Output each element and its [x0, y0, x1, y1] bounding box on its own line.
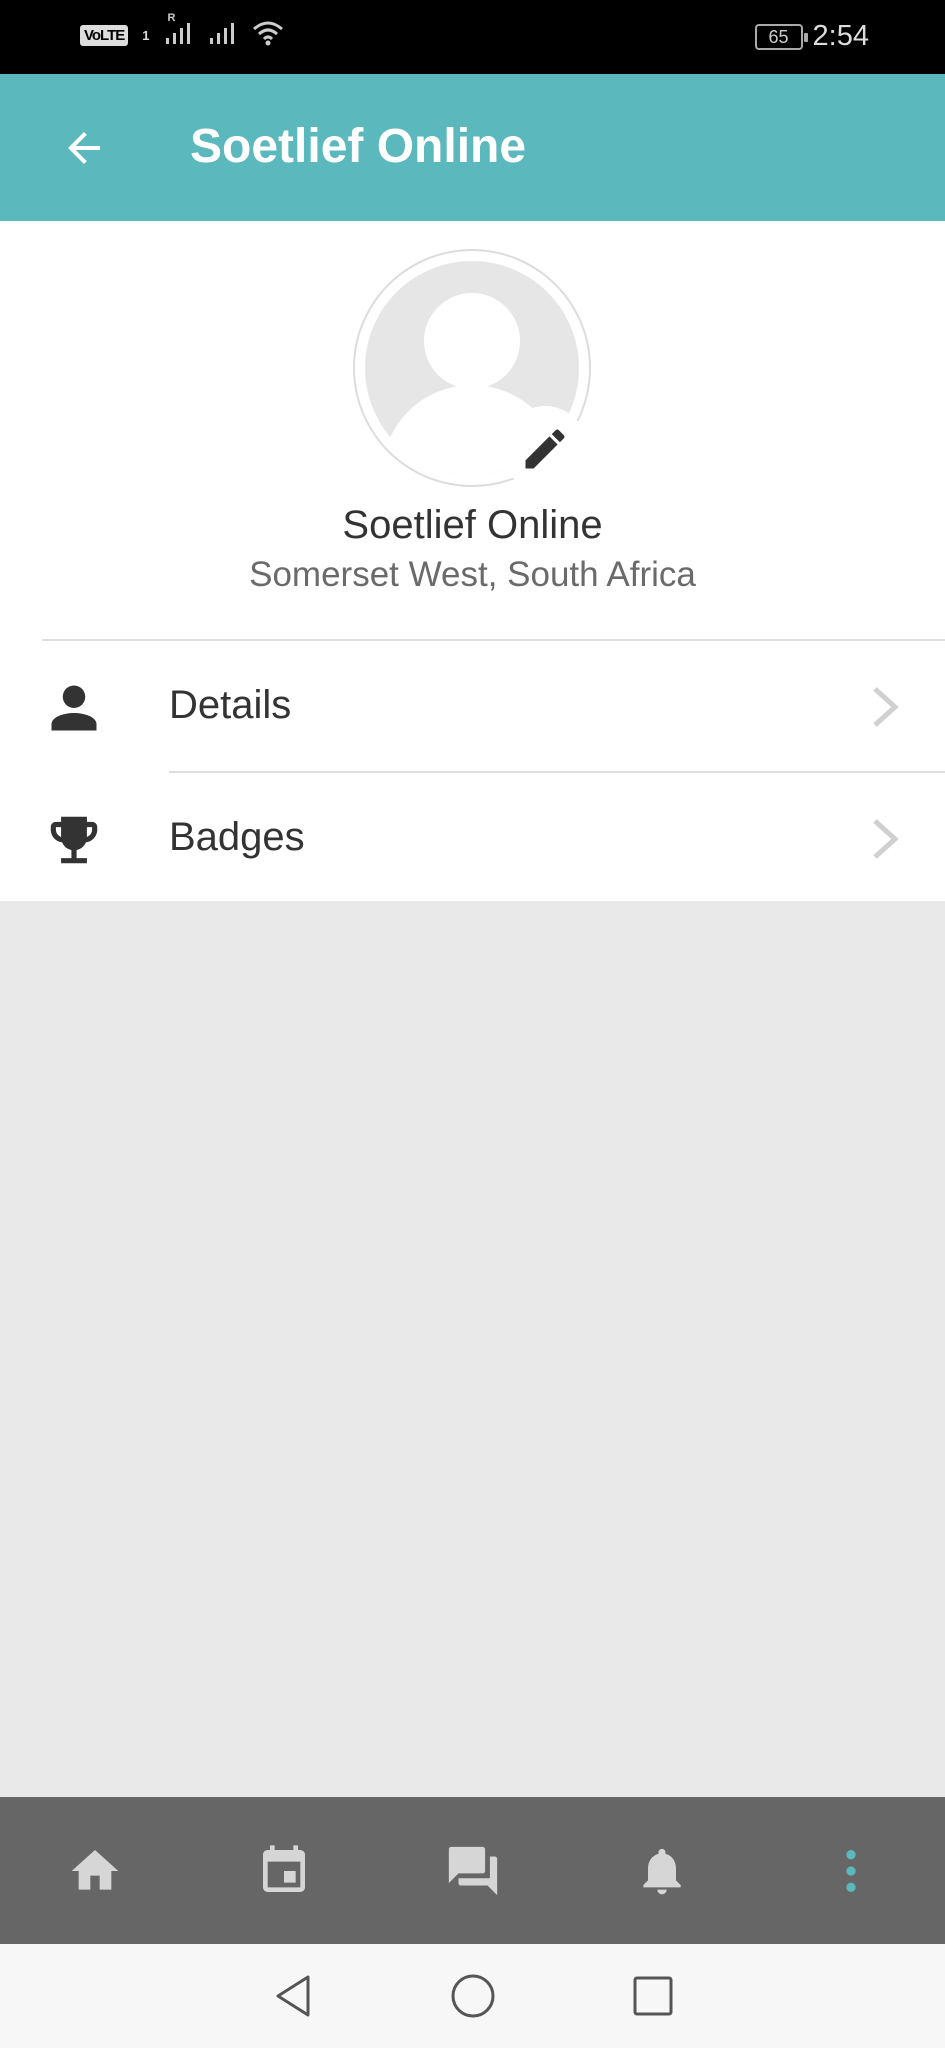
battery-indicator: 65: [754, 23, 808, 50]
chat-icon: [448, 1846, 497, 1895]
person-icon: [42, 676, 106, 740]
calendar-icon: [262, 1844, 305, 1892]
volte-indicator: VoLTE: [80, 25, 129, 46]
arrow-back-icon: [68, 132, 100, 164]
menu-item-label: Details: [169, 683, 292, 727]
system-home-icon[interactable]: [448, 1971, 498, 2021]
status-left: VoLTE 1 R: [80, 12, 284, 51]
bell-icon: [642, 1848, 681, 1894]
edit-avatar-button[interactable]: [502, 406, 588, 492]
system-recents-icon[interactable]: [628, 1971, 678, 2021]
menu-item-badges[interactable]: Badges: [0, 773, 945, 903]
system-nav-bar: [0, 1944, 945, 2048]
nav-calendar[interactable]: [189, 1797, 378, 1944]
wifi-icon: [252, 20, 284, 51]
profile-name: Soetlief Online: [342, 503, 603, 547]
status-bar: VoLTE 1 R 65 2:54: [0, 0, 945, 74]
sim-index: 1: [142, 28, 150, 43]
back-button[interactable]: [54, 118, 114, 178]
menu-item-details[interactable]: Details: [0, 641, 945, 771]
nav-notifications[interactable]: [567, 1797, 756, 1944]
app-bar: Soetlief Online: [0, 74, 945, 221]
more-vert-icon: [845, 1849, 856, 1892]
nav-home[interactable]: [0, 1797, 189, 1944]
system-back-icon[interactable]: [268, 1971, 318, 2021]
nav-chat[interactable]: [378, 1797, 567, 1944]
chevron-right-icon: [873, 819, 899, 859]
bottom-nav: [0, 1797, 945, 1944]
roaming-label: R: [167, 12, 176, 24]
chevron-right-icon: [873, 687, 899, 727]
profile-location: Somerset West, South Africa: [249, 555, 696, 594]
home-icon: [71, 1849, 118, 1890]
status-right: 65 2:54: [754, 20, 869, 53]
pencil-icon: [525, 429, 565, 469]
clock: 2:54: [812, 20, 869, 52]
trophy-icon: [42, 808, 106, 872]
page-title: Soetlief Online: [190, 120, 527, 173]
profile-section: Soetlief Online Somerset West, South Afr…: [0, 221, 945, 901]
nav-more[interactable]: [756, 1797, 945, 1944]
menu-item-label: Badges: [169, 815, 305, 859]
signal-roaming-icon: R: [164, 12, 194, 51]
signal-icon: [208, 20, 238, 51]
